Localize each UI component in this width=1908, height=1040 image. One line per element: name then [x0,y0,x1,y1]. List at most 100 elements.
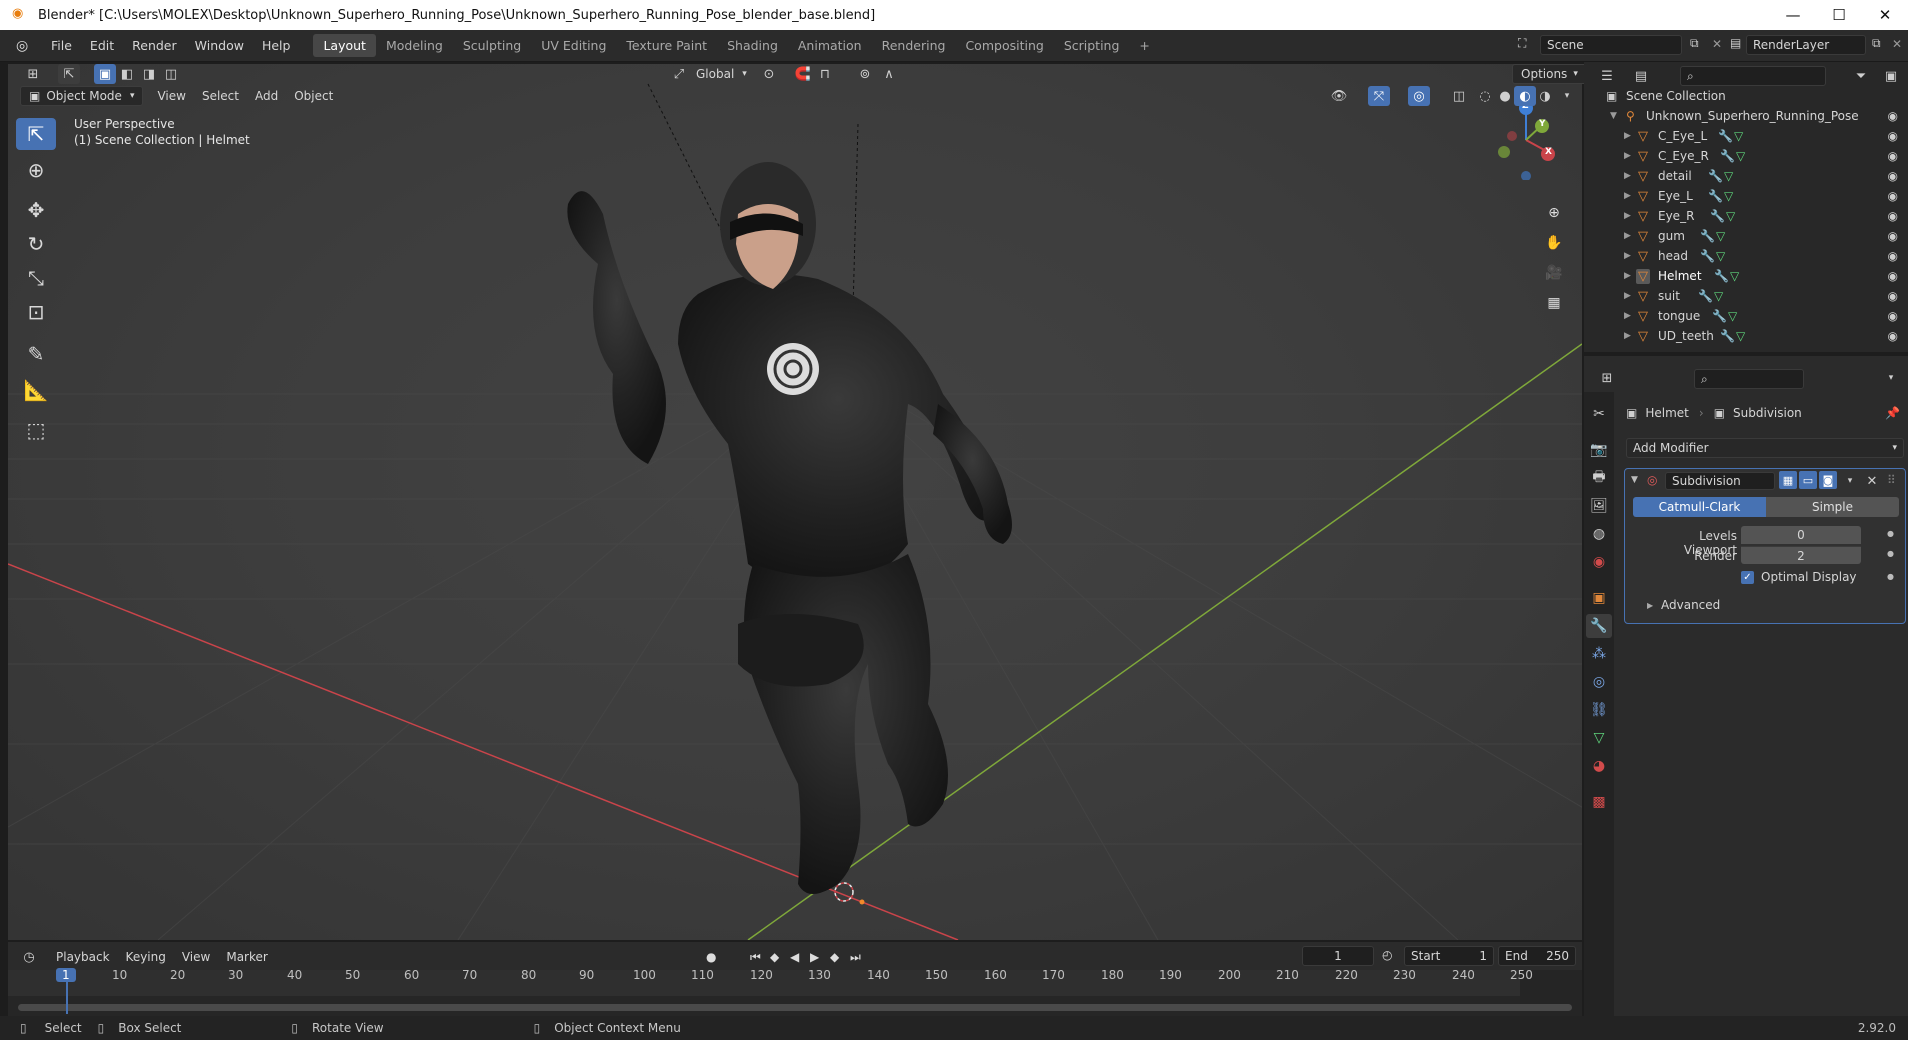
constraints-tab-icon[interactable]: ⛓ [1586,698,1612,722]
transform-tool-icon[interactable]: ⊡ [16,296,56,328]
viewport-menu-add[interactable]: Add [247,86,286,106]
outliner-item-eye-l[interactable]: ▶ ▽ Eye_L 🔧 ▽ ◉ [1584,186,1908,206]
viewport-toggle-icon[interactable]: ▭ [1799,471,1817,489]
mesh-data-icon[interactable]: ▽ [1734,129,1743,143]
tool-tab-icon[interactable]: ✂ [1586,402,1612,426]
modifier-wrench-icon[interactable]: 🔧 [1700,249,1715,263]
shading-solid-icon[interactable]: ● [1494,86,1516,106]
tab-animation[interactable]: Animation [788,34,872,57]
eye-icon[interactable]: ◉ [1888,109,1898,123]
pan-hand-icon[interactable]: ✋ [1541,230,1567,256]
pivot-point-icon[interactable]: ⊙ [758,64,780,84]
modifier-wrench-icon[interactable]: 🔧 [1708,169,1723,183]
camera-view-icon[interactable]: 🎥 [1541,260,1567,286]
xray-toggle-icon[interactable]: ◫ [1448,86,1470,106]
shading-wireframe-icon[interactable]: ◌ [1474,86,1496,106]
rotate-tool-icon[interactable]: ↻ [16,228,56,260]
timeline-editor-icon[interactable]: ◷ [18,947,40,967]
play-icon[interactable]: ▶ [810,950,819,964]
material-tab-icon[interactable]: ◕ [1586,754,1612,778]
prev-keyframe-icon[interactable]: ◆ [770,950,779,964]
select-mode-intersect-icon[interactable]: ◫ [160,64,182,84]
current-frame-field[interactable]: 1 [1302,946,1374,966]
3d-viewport[interactable]: User Perspective (1) Scene Collection | … [8,64,1582,940]
ortho-grid-icon[interactable]: ▦ [1541,290,1567,316]
tab-uv-editing[interactable]: UV Editing [531,34,616,57]
tab-shading[interactable]: Shading [717,34,788,57]
end-frame-field[interactable]: End 250 [1498,946,1576,966]
advanced-section-label[interactable]: Advanced [1661,598,1720,612]
scene-selector[interactable]: Scene [1540,35,1682,55]
blender-menu-icon[interactable]: ◎ [16,38,36,54]
outliner-item-head[interactable]: ▶ ▽ head 🔧 ▽ ◉ [1584,246,1908,266]
mesh-data-icon[interactable]: ▽ [1726,209,1735,223]
modifier-name-field[interactable]: Subdivision [1665,472,1775,490]
optimal-display-checkbox[interactable]: ✓ [1741,571,1754,584]
editor-type-icon[interactable]: ⊞ [22,64,44,84]
mesh-data-icon[interactable]: ▽ [1736,149,1745,163]
transform-orientation-dropdown[interactable]: Global ▾ [688,64,755,84]
shading-options-chevron-icon[interactable]: ▾ [1556,86,1578,106]
outliner-item-c-eye-r[interactable]: ▶ ▽ C_Eye_R 🔧 ▽ ◉ [1584,146,1908,166]
pin-icon[interactable]: 📌 [1885,406,1900,420]
move-tool-icon[interactable]: ✥ [16,194,56,226]
eye-icon[interactable]: ◉ [1888,309,1898,323]
measure-tool-icon[interactable]: 📐 [16,374,56,406]
start-frame-field[interactable]: Start 1 [1404,946,1494,966]
modifier-wrench-icon[interactable]: 🔧 [1720,149,1735,163]
keyframe-dot-icon[interactable]: ● [1887,549,1894,558]
tab-sculpting[interactable]: Sculpting [453,34,531,57]
cursor-tool-icon[interactable]: ⊕ [16,154,56,186]
modifier-wrench-icon[interactable]: 🔧 [1714,269,1729,283]
viewport-menu-object[interactable]: Object [286,86,341,106]
properties-search-input[interactable]: ⌕ [1694,369,1804,389]
select-tool-icon[interactable]: ⇱ [58,64,80,84]
eye-icon[interactable]: ◉ [1888,149,1898,163]
eye-icon[interactable]: ◉ [1888,229,1898,243]
falloff-icon[interactable]: ∧ [878,64,900,84]
mesh-data-icon[interactable]: ▽ [1724,169,1733,183]
proportional-edit-icon[interactable]: ⊚ [854,64,876,84]
modifier-wrench-icon[interactable]: 🔧 [1718,129,1733,143]
delete-view-layer-icon[interactable]: ✕ [1892,37,1902,51]
add-workspace-button[interactable]: + [1129,34,1159,57]
eye-icon[interactable]: ◉ [1888,189,1898,203]
output-tab-icon[interactable]: 🖶 [1586,466,1612,490]
visibility-eye-icon[interactable]: 👁 [1328,86,1350,106]
outliner-collection[interactable]: ▼ ⚲ Unknown_Superhero_Running_Pose ◉ [1584,106,1908,126]
tab-texture-paint[interactable]: Texture Paint [616,34,717,57]
edit-mode-toggle-icon[interactable]: ▦ [1779,471,1797,489]
tab-scripting[interactable]: Scripting [1054,34,1130,57]
frame-label-1[interactable]: 1 [56,968,76,982]
scene-tab-icon[interactable]: ◍ [1586,522,1612,546]
physics-tab-icon[interactable]: ◎ [1586,670,1612,694]
outliner-item-suit[interactable]: ▶ ▽ suit 🔧 ▽ ◉ [1584,286,1908,306]
outliner-item-gum[interactable]: ▶ ▽ gum 🔧 ▽ ◉ [1584,226,1908,246]
tab-layout[interactable]: Layout [313,34,376,57]
modifier-menu-chevron-icon[interactable]: ▾ [1839,471,1861,491]
outliner-scene-collection[interactable]: ▣ Scene Collection [1584,86,1908,106]
add-cube-tool-icon[interactable]: ⬚ [16,414,56,446]
outliner-item-helmet[interactable]: ▶ ▽ Helmet 🔧 ▽ ◉ [1584,266,1908,286]
advanced-expand-icon[interactable]: ▶ [1647,601,1653,610]
modifier-wrench-icon[interactable]: 🔧 [1698,289,1713,303]
mesh-data-icon[interactable]: ▽ [1724,189,1733,203]
next-keyframe-icon[interactable]: ◆ [830,950,839,964]
object-mode-dropdown[interactable]: ▣ Object Mode ▾ [20,86,144,106]
timeline-menu-view[interactable]: View [174,947,218,967]
timeline-scrollbar[interactable] [18,1004,1572,1011]
remove-modifier-icon[interactable]: ✕ [1861,471,1883,491]
outliner-item-tongue[interactable]: ▶ ▽ tongue 🔧 ▽ ◉ [1584,306,1908,326]
new-collection-icon[interactable]: ▣ [1880,66,1902,86]
close-window-button[interactable]: ✕ [1862,0,1908,30]
add-modifier-dropdown[interactable]: Add Modifier ▾ [1626,438,1904,458]
keyframe-dot-icon[interactable]: ● [1887,572,1894,581]
outliner-editor-icon[interactable]: ☰ [1596,66,1618,86]
superhero-model[interactable] [567,162,1012,894]
select-box-tool-icon[interactable]: ⇱ [16,118,56,150]
outliner-item-c-eye-l[interactable]: ▶ ▽ C_Eye_L 🔧 ▽ ◉ [1584,126,1908,146]
modifier-wrench-icon[interactable]: 🔧 [1712,309,1727,323]
eye-icon[interactable]: ◉ [1888,289,1898,303]
modifiers-tab-icon[interactable]: 🔧 [1586,614,1612,638]
delete-scene-icon[interactable]: ✕ [1712,37,1722,51]
